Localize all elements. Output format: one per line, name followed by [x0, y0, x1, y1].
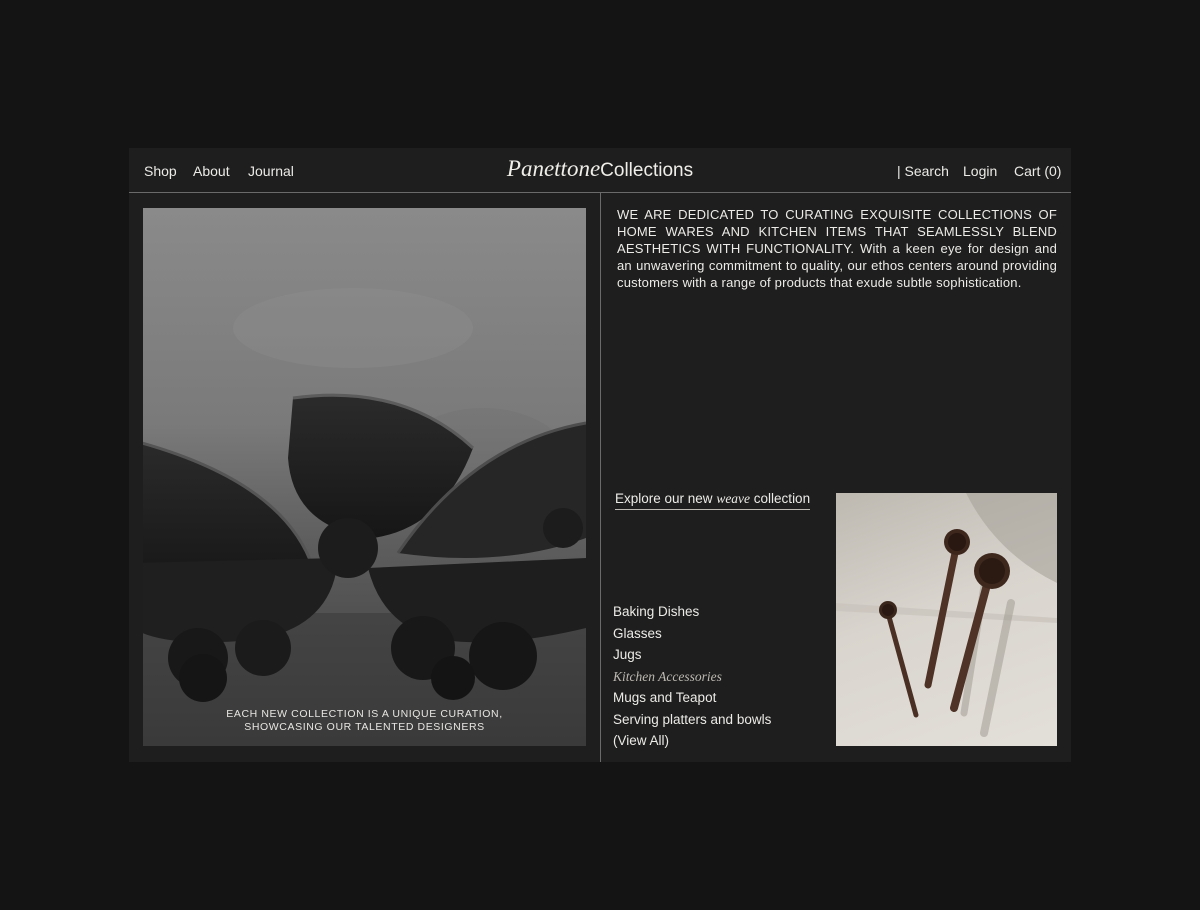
hero-caption: EACH NEW COLLECTION IS A UNIQUE CURATION… — [143, 708, 586, 734]
category-mugs-teapot[interactable]: Mugs and Teapot — [613, 689, 771, 711]
explore-italic-weave: weave — [716, 491, 751, 506]
explore-after: collection — [750, 491, 811, 506]
brand-script: Panettone — [506, 156, 601, 181]
explore-before: Explore our new — [615, 491, 717, 506]
column-divider — [600, 193, 601, 762]
category-baking-dishes[interactable]: Baking Dishes — [613, 603, 771, 625]
cart-link[interactable]: Cart (0) — [1014, 163, 1061, 179]
brand-text: Collections — [600, 160, 694, 181]
search-link[interactable]: | Search — [897, 163, 949, 179]
category-serving-platters[interactable]: Serving platters and bowls — [613, 711, 771, 733]
category-jugs[interactable]: Jugs — [613, 646, 771, 668]
weave-collection-image[interactable] — [836, 493, 1057, 746]
bowls-illustration — [143, 288, 586, 746]
intro-text: WE ARE DEDICATED TO CURATING EXQUISITE C… — [617, 206, 1057, 291]
category-list: Baking Dishes Glasses Jugs Kitchen Acces… — [613, 603, 771, 754]
hero-caption-line-1: EACH NEW COLLECTION IS A UNIQUE CURATION… — [226, 708, 503, 720]
category-view-all[interactable]: (View All) — [613, 732, 771, 754]
top-navigation: Shop About Journal PanettoneCollections … — [129, 148, 1071, 193]
site-frame: Shop About Journal PanettoneCollections … — [129, 148, 1071, 762]
category-glasses[interactable]: Glasses — [613, 625, 771, 647]
hero-caption-line-2: SHOWCASING OUR TALENTED DESIGNERS — [244, 721, 485, 733]
explore-weave-link[interactable]: Explore our new weave collection — [615, 491, 811, 510]
hero-image-bowls[interactable]: EACH NEW COLLECTION IS A UNIQUE CURATION… — [143, 208, 586, 746]
category-kitchen-accessories[interactable]: Kitchen Accessories — [613, 668, 771, 690]
login-link[interactable]: Login — [963, 163, 997, 179]
spoons-illustration — [836, 493, 1057, 737]
